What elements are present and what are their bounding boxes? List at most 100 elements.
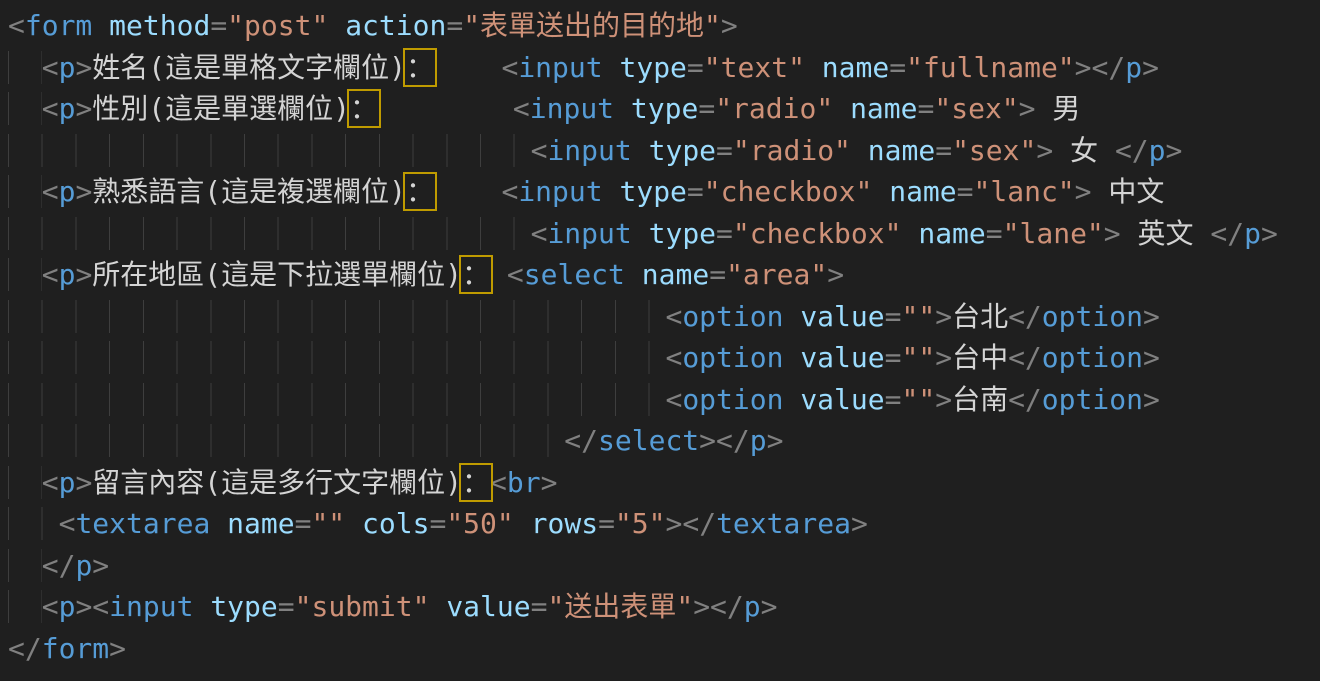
token-punctuation: > [75,258,92,291]
token-text [603,51,620,84]
token-punctuation: </ [1115,134,1149,167]
token-punctuation: > [75,175,92,208]
token-text [851,134,868,167]
token-tag-name: p [744,590,761,623]
token-punctuation: > [1104,217,1121,250]
code-line[interactable]: <p>熟悉語言(這是複選欄位)： <input type="checkbox" … [8,171,1320,213]
token-tag-name: option [682,300,783,333]
token-punctuation: = [709,258,726,291]
code-line[interactable]: <p>性別(這是單選欄位)： <input type="radio" name=… [8,88,1320,130]
token-punctuation: > [1166,134,1183,167]
token-punctuation: < [513,92,530,125]
token-tag-name: p [59,258,76,291]
token-string: "text" [704,51,805,84]
unicode-highlight-colon: ： [406,175,434,208]
token-text [490,258,507,291]
token-text [378,92,513,125]
code-line[interactable]: <p>所在地區(這是下拉選單欄位)： <select name="area"> [8,254,1320,296]
token-punctuation: ></ [1075,51,1126,84]
token-punctuation: < [501,51,518,84]
token-punctuation: < [665,300,682,333]
token-punctuation: = [531,590,548,623]
token-punctuation: </ [1008,341,1042,374]
token-punctuation: > [827,258,844,291]
token-punctuation: < [42,92,59,125]
token-punctuation: > [541,466,558,499]
token-attribute-name: name [918,217,985,250]
token-text [603,175,620,208]
indent-guides [8,51,42,84]
token-text: 英文 [1121,217,1211,250]
token-tag-name: input [547,134,631,167]
token-text [345,507,362,540]
token-attribute-name: type [631,92,698,125]
token-text: 台北 [952,300,1008,333]
code-line[interactable]: <p><input type="submit" value="送出表單"></p… [8,586,1320,628]
token-punctuation: > [851,507,868,540]
code-line[interactable]: <option value="">台北</option> [8,296,1320,338]
code-line[interactable]: <p>留言內容(這是多行文字欄位)：<br> [8,462,1320,504]
token-punctuation: > [761,590,778,623]
token-string: "submit" [295,590,430,623]
token-punctuation: > [1143,300,1160,333]
token-tag-name: option [682,383,783,416]
token-attribute-name: type [649,134,716,167]
token-tag-name: select [524,258,625,291]
token-punctuation: < [59,507,76,540]
token-text [92,9,109,42]
token-punctuation: </ [42,549,76,582]
token-punctuation: = [885,341,902,374]
token-punctuation: = [885,383,902,416]
indent-guides [8,507,59,540]
token-punctuation: < [42,51,59,84]
token-text: 性別(這是單選欄位) [92,92,350,125]
token-tag-name: input [547,217,631,250]
token-string: "fullname" [906,51,1075,84]
indent-guides [8,466,42,499]
token-punctuation: = [687,51,704,84]
token-punctuation: < [92,590,109,623]
code-line[interactable]: </form> [8,628,1320,670]
code-line[interactable]: <option value="">台南</option> [8,379,1320,421]
token-string: "sex" [934,92,1018,125]
token-text [901,217,918,250]
token-text [783,300,800,333]
code-line[interactable]: <p>姓名(這是單格文字欄位)： <input type="text" name… [8,47,1320,89]
token-attribute-name: name [822,51,889,84]
token-punctuation: > [935,341,952,374]
token-punctuation: </ [8,632,42,665]
token-punctuation: = [716,217,733,250]
code-line[interactable]: <option value="">台中</option> [8,337,1320,379]
code-line[interactable]: <input type="checkbox" name="lane"> 英文 <… [8,213,1320,255]
code-line[interactable]: <input type="radio" name="sex"> 女 </p> [8,130,1320,172]
token-text [514,507,531,540]
token-text [614,92,631,125]
token-tag-name: p [75,549,92,582]
token-punctuation: > [1142,51,1159,84]
token-attribute-name: name [889,175,956,208]
code-line[interactable]: <form method="post" action="表單送出的目的地"> [8,5,1320,47]
token-attribute-name: value [800,300,884,333]
token-punctuation: = [957,175,974,208]
code-line[interactable]: <textarea name="" cols="50" rows="5"></t… [8,503,1320,545]
token-attribute-name: type [649,217,716,250]
token-punctuation: = [210,9,227,42]
token-attribute-name: rows [531,507,598,540]
token-punctuation: < [42,590,59,623]
indent-guides [8,341,665,374]
token-punctuation: > [1261,217,1278,250]
token-punctuation: < [665,341,682,374]
token-attribute-name: type [619,51,686,84]
token-punctuation: < [42,175,59,208]
code-line[interactable]: </select></p> [8,420,1320,462]
token-text: 姓名(這是單格文字欄位) [92,51,406,84]
code-line[interactable]: </p> [8,545,1320,587]
token-text [833,92,850,125]
indent-guides [8,300,665,333]
token-punctuation: > [75,466,92,499]
token-punctuation: > [1143,341,1160,374]
token-string: "" [311,507,345,540]
token-punctuation: < [42,466,59,499]
token-punctuation: = [295,507,312,540]
code-editor[interactable]: <form method="post" action="表單送出的目的地"> <… [0,0,1320,681]
